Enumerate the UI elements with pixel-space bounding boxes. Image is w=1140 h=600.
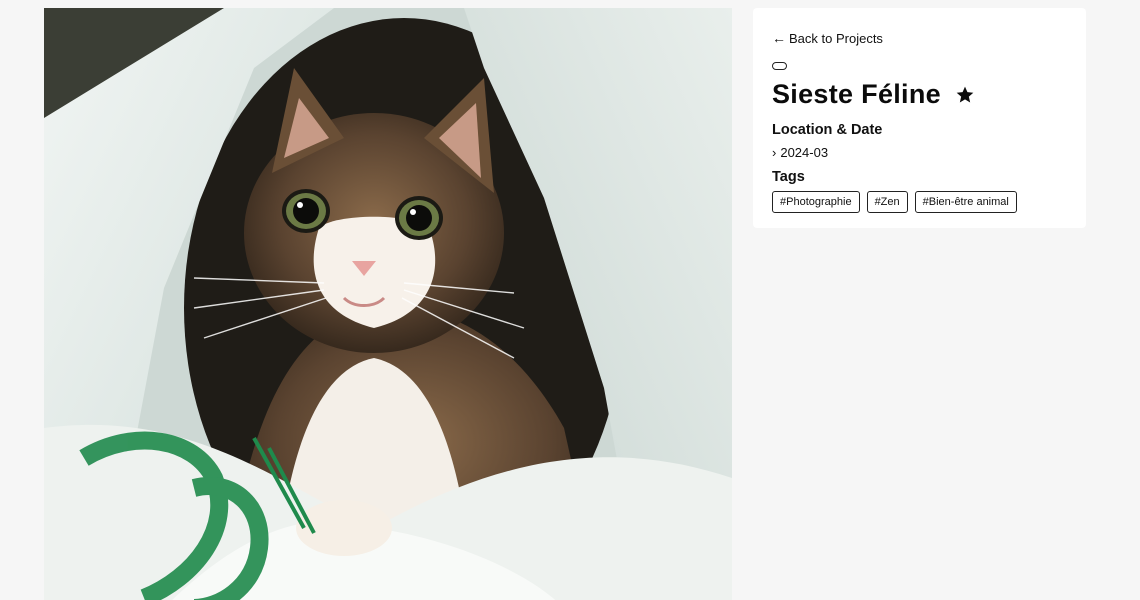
cat-in-bag-image (44, 8, 732, 600)
title-row: Sieste Féline (772, 79, 1067, 110)
project-title: Sieste Féline (772, 79, 941, 109)
date-row: › 2024-03 (772, 145, 1067, 160)
chevron-right-icon: › (772, 145, 777, 160)
project-info-card: ← Back to Projects Sieste Féline Locatio… (753, 8, 1086, 228)
back-to-projects-link[interactable]: ← Back to Projects (772, 31, 883, 46)
project-photo (44, 8, 732, 600)
project-date: 2024-03 (780, 145, 829, 160)
status-pill (772, 62, 787, 70)
tags-heading: Tags (772, 169, 805, 185)
left-arrow-icon: ← (772, 30, 786, 46)
tag-zen[interactable]: #Zen (866, 191, 908, 213)
tag-photographie[interactable]: #Photographie (772, 191, 860, 213)
tag-bien-etre-animal[interactable]: #Bien-être animal (914, 191, 1017, 213)
project-detail-page: ← Back to Projects Sieste Féline Locatio… (0, 0, 1140, 600)
star-icon[interactable] (955, 85, 975, 105)
tag-list: #Photographie #Zen #Bien-être animal (772, 191, 1067, 213)
back-link-label: Back to Projects (789, 30, 883, 46)
location-date-heading: Location & Date (772, 122, 883, 138)
